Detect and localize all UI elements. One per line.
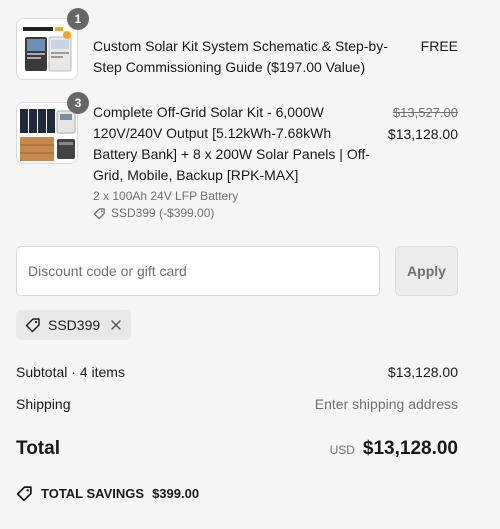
tag-icon	[16, 486, 32, 502]
product-thumbnail: 1	[16, 8, 89, 80]
line-item: 3 Complete Off-Grid Solar Kit - 6,000W 1…	[16, 92, 458, 222]
applied-discount-chip: SSD399	[16, 310, 132, 340]
item-title: Complete Off-Grid Solar Kit - 6,000W 120…	[93, 104, 370, 183]
shipping-row: Shipping Enter shipping address	[16, 396, 458, 412]
discount-code-input[interactable]	[16, 246, 380, 296]
item-title: Custom Solar Kit System Schematic & Step…	[93, 38, 388, 75]
total-label: Total	[16, 438, 60, 459]
currency-code: USD	[329, 443, 355, 457]
tag-icon	[25, 318, 40, 333]
apply-discount-button[interactable]: Apply	[395, 246, 458, 296]
solar-kit-thumbnail-icon	[17, 103, 77, 163]
item-variant: 2 x 100Ah 24V LFP Battery	[93, 189, 239, 203]
original-price: $13,527.00	[392, 105, 458, 120]
total-value: $13,128.00	[362, 438, 458, 459]
close-icon[interactable]	[110, 319, 122, 331]
item-discount-label: SSD399 (-$399.00)	[111, 206, 215, 220]
quantity-badge: 3	[67, 92, 89, 114]
subtotal-row: Subtotal · 4 items $13,128.00	[16, 364, 458, 380]
savings-value: $399.00	[152, 486, 200, 501]
item-price: $13,527.00 $13,128.00	[388, 104, 458, 145]
item-price: FREE	[420, 38, 458, 54]
savings-label: TOTAL SAVINGS	[41, 486, 145, 501]
shipping-label: Shipping	[16, 396, 71, 412]
shipping-value: Enter shipping address	[314, 396, 458, 412]
subtotal-label: Subtotal · 4 items	[16, 364, 125, 380]
item-discount: SSD399 (-$399.00)	[93, 206, 214, 220]
quantity-badge: 1	[67, 8, 89, 30]
total-row: Total USD $13,128.00	[16, 438, 458, 460]
total-savings: TOTAL SAVINGS $399.00	[16, 485, 199, 502]
line-item: 1 Custom Solar Kit System Schematic & St…	[16, 8, 458, 88]
discounted-price: $13,128.00	[387, 126, 458, 142]
solar-guide-thumbnail-icon	[17, 19, 77, 79]
applied-code-label: SSD399	[48, 317, 101, 333]
tag-icon	[93, 207, 105, 219]
subtotal-value: $13,128.00	[387, 364, 458, 380]
product-thumbnail: 3	[16, 92, 89, 164]
